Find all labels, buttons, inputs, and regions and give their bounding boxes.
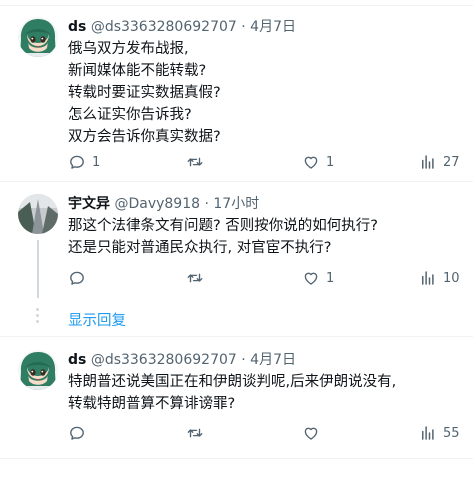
separator-dot: · xyxy=(204,196,209,212)
views-button[interactable]: 55 xyxy=(419,424,460,442)
views-button[interactable]: 27 xyxy=(419,153,460,171)
heart-icon xyxy=(302,424,320,442)
views-count: 55 xyxy=(443,425,460,441)
avatar[interactable] xyxy=(18,194,58,234)
retweet-button[interactable] xyxy=(186,269,210,287)
action-bar: 55 xyxy=(0,424,473,444)
retweet-icon xyxy=(186,153,204,171)
divider xyxy=(0,336,473,337)
views-chart-icon xyxy=(419,424,437,442)
views-button[interactable]: 10 xyxy=(419,269,460,287)
retweet-icon xyxy=(186,424,204,442)
reply-icon xyxy=(68,153,86,171)
separator-dot: · xyxy=(241,19,246,35)
tweet-line: 转载特朗普算不算诽谤罪? xyxy=(68,396,236,412)
tweet-header: ds @ds3363280692707 · 4月7日 xyxy=(68,350,296,370)
action-bar: 1 1 27 xyxy=(0,153,473,173)
avatar[interactable] xyxy=(18,17,58,57)
user-handle[interactable]: @Davy8918 xyxy=(114,196,200,212)
reply-count: 1 xyxy=(92,154,101,170)
tweet-3[interactable]: ds @ds3363280692707 · 4月7日 特朗普还说美国正在和伊朗谈… xyxy=(0,350,473,450)
like-button[interactable] xyxy=(302,424,326,442)
user-handle[interactable]: @ds3363280692707 xyxy=(91,352,237,368)
show-replies-link[interactable]: 显示回复 xyxy=(68,309,126,330)
reply-button[interactable] xyxy=(68,269,92,287)
views-count: 27 xyxy=(443,154,460,170)
retweet-button[interactable] xyxy=(186,153,210,171)
heart-icon xyxy=(302,153,320,171)
reply-icon xyxy=(68,424,86,442)
tweet-text: 俄乌双方发布战报, 新闻媒体能不能转载? 转载时要证实数据真假? 怎么证实你告诉… xyxy=(68,38,221,148)
user-handle[interactable]: @ds3363280692707 xyxy=(91,19,237,35)
timestamp[interactable]: 4月7日 xyxy=(250,19,296,35)
display-name[interactable]: 宇文异 xyxy=(68,196,110,212)
top-divider xyxy=(0,0,473,6)
views-chart-icon xyxy=(419,153,437,171)
tweet-line: 那这个法律条文有问题? 否则按你说的如何执行? xyxy=(68,218,378,234)
like-count: 1 xyxy=(326,154,335,170)
divider xyxy=(0,458,473,459)
reply-button[interactable]: 1 xyxy=(68,153,100,171)
tweet-line: 特朗普还说美国正在和伊朗谈判呢,后来伊朗说没有, xyxy=(68,374,397,390)
views-chart-icon xyxy=(419,269,437,287)
tweet-header: 宇文异 @Davy8918 · 17小时 xyxy=(68,194,259,214)
retweet-button[interactable] xyxy=(186,424,210,442)
views-count: 10 xyxy=(443,270,460,286)
tweet-line: 俄乌双方发布战报, xyxy=(68,41,189,57)
tweet-line: 怎么证实你告诉我? xyxy=(68,107,192,123)
tweet-line: 双方会告诉你真实数据? xyxy=(68,129,221,145)
separator-dot: · xyxy=(241,352,246,368)
tweet-header: ds @ds3363280692707 · 4月7日 xyxy=(68,17,296,37)
display-name[interactable]: ds xyxy=(68,19,86,35)
tweet-1[interactable]: ds @ds3363280692707 · 4月7日 俄乌双方发布战报, 新闻媒… xyxy=(0,17,473,177)
retweet-icon xyxy=(186,269,204,287)
action-bar: 1 10 xyxy=(0,269,473,289)
timestamp[interactable]: 17小时 xyxy=(213,196,259,212)
tweet-line: 新闻媒体能不能转载? xyxy=(68,63,207,79)
like-button[interactable]: 1 xyxy=(302,153,334,171)
like-count: 1 xyxy=(326,270,335,286)
tweet-line: 转载时要证实数据真假? xyxy=(68,85,221,101)
thread-dots xyxy=(36,308,40,326)
divider xyxy=(0,181,473,182)
tweet-text: 特朗普还说美国正在和伊朗谈判呢,后来伊朗说没有, 转载特朗普算不算诽谤罪? xyxy=(68,371,396,415)
reply-button[interactable] xyxy=(68,424,92,442)
tweet-2[interactable]: 宇文异 @Davy8918 · 17小时 那这个法律条文有问题? 否则按你说的如… xyxy=(0,194,473,304)
reply-icon xyxy=(68,269,86,287)
timestamp[interactable]: 4月7日 xyxy=(250,352,296,368)
heart-icon xyxy=(302,269,320,287)
display-name[interactable]: ds xyxy=(68,352,86,368)
like-button[interactable]: 1 xyxy=(302,269,334,287)
avatar[interactable] xyxy=(18,350,58,390)
tweet-line: 还是只能对普通民众执行, 对官宦不执行? xyxy=(68,240,332,256)
tweet-text: 那这个法律条文有问题? 否则按你说的如何执行? 还是只能对普通民众执行, 对官宦… xyxy=(68,215,378,259)
